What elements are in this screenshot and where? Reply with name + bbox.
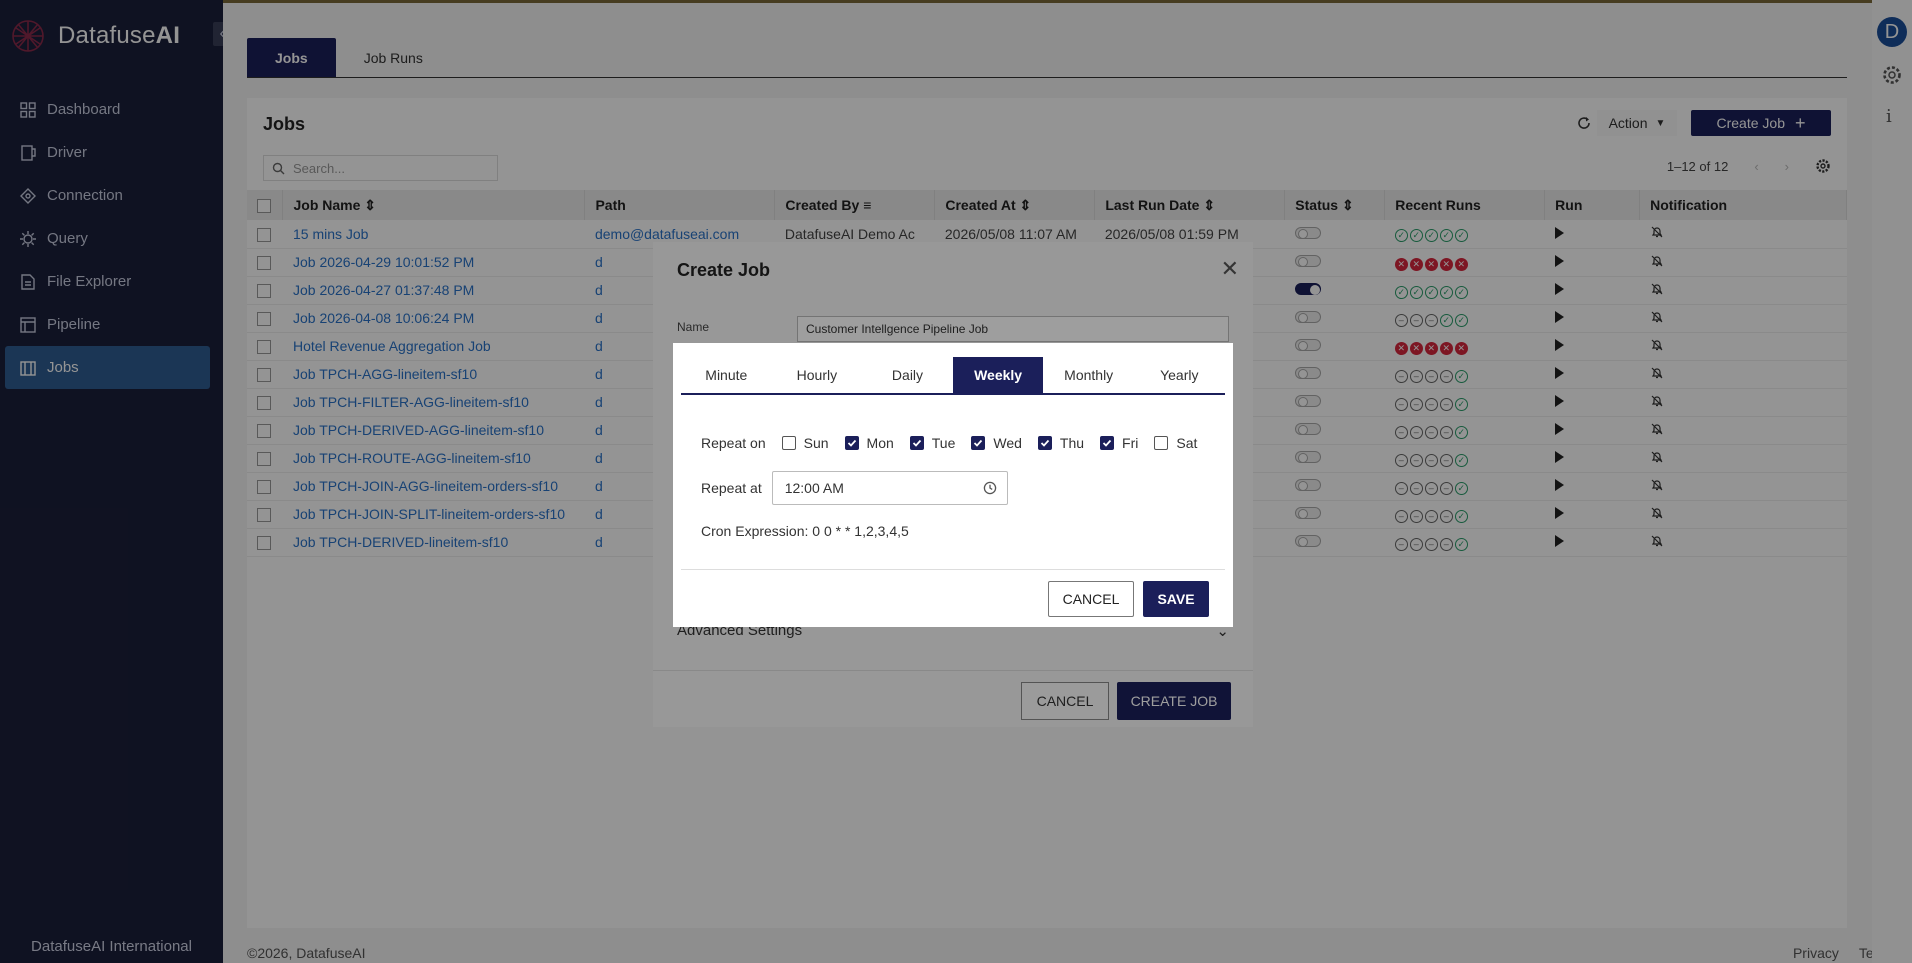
day-label: Wed bbox=[993, 435, 1022, 451]
day-label: Sun bbox=[803, 435, 829, 451]
checkmark-icon bbox=[1102, 439, 1112, 447]
day-label: Sat bbox=[1176, 435, 1198, 451]
day-label: Mon bbox=[866, 435, 894, 451]
tab-monthly[interactable]: Monthly bbox=[1043, 357, 1134, 393]
schedule-tabs: Minute Hourly Daily Weekly Monthly Yearl… bbox=[681, 357, 1225, 395]
day-option-fri[interactable]: Fri bbox=[1100, 435, 1138, 451]
checkmark-icon bbox=[1040, 439, 1050, 447]
divider bbox=[681, 569, 1225, 570]
day-option-wed[interactable]: Wed bbox=[971, 435, 1022, 451]
checkmark-icon bbox=[847, 439, 856, 447]
repeat-on-row: Repeat on Sun Mon Tue Wed Thu Fri Sat bbox=[701, 435, 1213, 451]
day-option-thu[interactable]: Thu bbox=[1037, 435, 1085, 451]
time-value: 12:00 AM bbox=[784, 480, 844, 496]
save-button[interactable]: SAVE bbox=[1143, 581, 1209, 617]
tab-hourly[interactable]: Hourly bbox=[772, 357, 863, 393]
tab-weekly[interactable]: Weekly bbox=[952, 357, 1044, 393]
tab-minute[interactable]: Minute bbox=[681, 357, 772, 393]
schedule-dialog: Minute Hourly Daily Weekly Monthly Yearl… bbox=[673, 343, 1233, 627]
day-checkbox[interactable] bbox=[781, 436, 796, 450]
day-checkboxes: Sun Mon Tue Wed Thu Fri Sat bbox=[781, 435, 1214, 451]
clock-icon[interactable] bbox=[983, 481, 997, 495]
checkmark-icon bbox=[974, 439, 983, 447]
cron-expression: Cron Expression: 0 0 * * 1,2,3,4,5 bbox=[701, 523, 909, 539]
day-checkbox[interactable] bbox=[1037, 436, 1052, 450]
time-picker[interactable]: 12:00 AM bbox=[771, 471, 1008, 505]
day-option-sun[interactable]: Sun bbox=[781, 435, 829, 451]
day-label: Fri bbox=[1122, 435, 1139, 451]
tab-yearly[interactable]: Yearly bbox=[1134, 357, 1225, 393]
day-option-sat[interactable]: Sat bbox=[1154, 435, 1197, 451]
repeat-at-row: Repeat at 12:00 AM bbox=[701, 471, 1008, 505]
day-label: Thu bbox=[1059, 435, 1085, 451]
day-checkbox[interactable] bbox=[1100, 436, 1115, 450]
day-option-tue[interactable]: Tue bbox=[909, 435, 956, 451]
day-checkbox[interactable] bbox=[844, 436, 859, 450]
day-option-mon[interactable]: Mon bbox=[844, 435, 894, 451]
day-checkbox[interactable] bbox=[909, 436, 924, 450]
tab-daily[interactable]: Daily bbox=[862, 357, 953, 393]
day-checkbox[interactable] bbox=[1154, 436, 1169, 450]
day-checkbox[interactable] bbox=[971, 436, 986, 450]
repeat-on-label: Repeat on bbox=[701, 435, 766, 451]
cancel-button[interactable]: CANCEL bbox=[1048, 581, 1134, 617]
repeat-at-label: Repeat at bbox=[701, 480, 762, 496]
checkmark-icon bbox=[912, 439, 921, 447]
day-label: Tue bbox=[931, 435, 956, 451]
